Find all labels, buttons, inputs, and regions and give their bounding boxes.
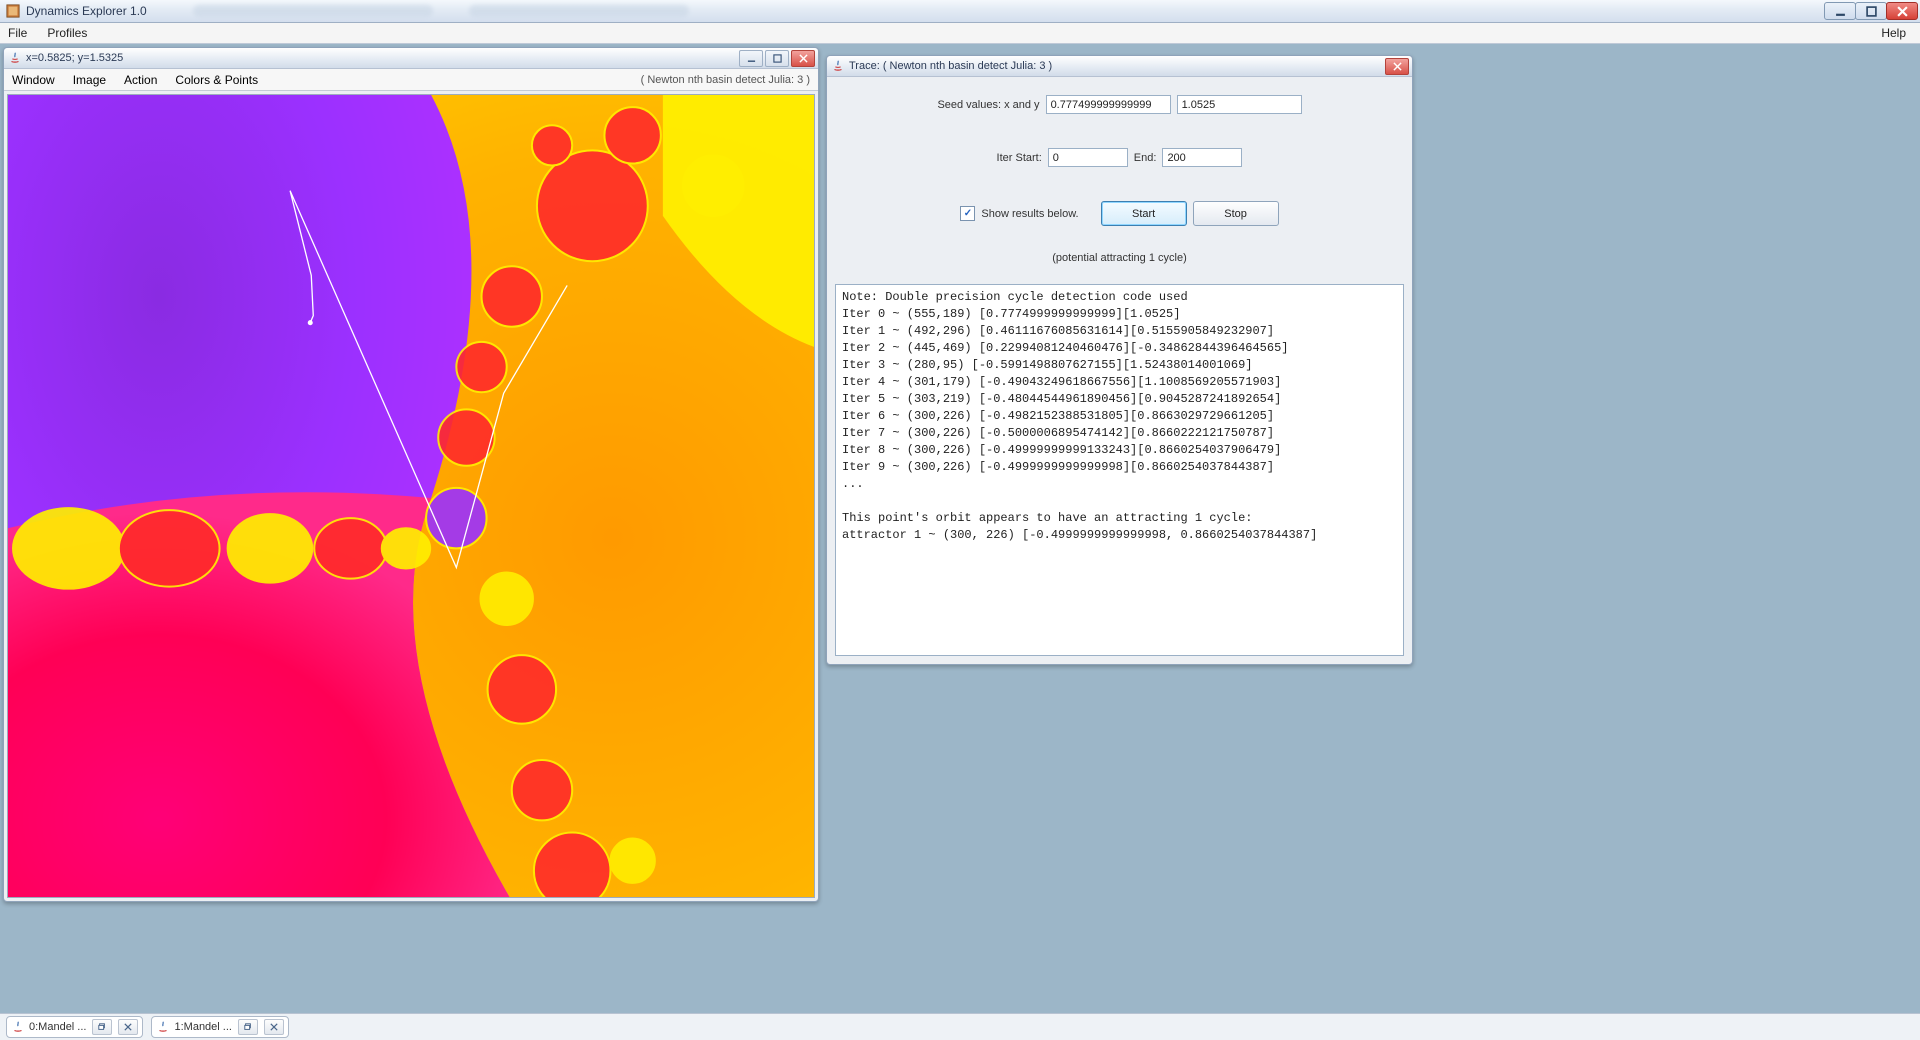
iter-end-label: End: — [1134, 152, 1157, 164]
trace-title-bar[interactable]: Trace: ( Newton nth basin detect Julia: … — [827, 56, 1412, 77]
controls-row: ✓ Show results below. Start Stop — [835, 201, 1404, 226]
show-results-checkbox[interactable]: ✓ — [960, 206, 975, 221]
minimize-button[interactable] — [1824, 2, 1856, 20]
taskbar-item-1[interactable]: 1:Mandel ... — [151, 1016, 288, 1038]
trace-window: Trace: ( Newton nth basin detect Julia: … — [826, 55, 1413, 665]
seed-label: Seed values: x and y — [937, 99, 1039, 111]
taskbar-restore-icon[interactable] — [238, 1019, 258, 1035]
taskbar-restore-icon[interactable] — [92, 1019, 112, 1035]
fractal-canvas[interactable] — [8, 95, 814, 898]
stop-button[interactable]: Stop — [1193, 201, 1279, 226]
fractal-menu-window[interactable]: Window — [12, 73, 55, 87]
iter-end-input[interactable] — [1162, 148, 1242, 167]
trace-title: Trace: ( Newton nth basin detect Julia: … — [849, 60, 1052, 72]
taskbar-item-label: 0:Mandel ... — [29, 1021, 86, 1033]
seed-y-input[interactable] — [1177, 95, 1302, 114]
status-bar: 0:Mandel ... 1:Mandel ... — [0, 1013, 1920, 1040]
app-icon — [6, 4, 20, 18]
iter-row: Iter Start: End: — [835, 148, 1404, 167]
fractal-menu-image[interactable]: Image — [73, 73, 106, 87]
java-icon — [831, 59, 845, 73]
fractal-title-bar[interactable]: x=0.5825; y=1.5325 — [4, 48, 818, 69]
seed-x-input[interactable] — [1046, 95, 1171, 114]
mdi-area: x=0.5825; y=1.5325 Window Image Action C… — [0, 44, 1920, 1013]
fractal-window: x=0.5825; y=1.5325 Window Image Action C… — [3, 47, 819, 902]
fractal-menu-colors[interactable]: Colors & Points — [175, 73, 258, 87]
menu-profiles[interactable]: Profiles — [43, 24, 91, 42]
menu-file[interactable]: File — [4, 24, 31, 42]
fractal-canvas-wrap — [7, 94, 815, 898]
taskbar-close-icon[interactable] — [118, 1019, 138, 1035]
fractal-coords-title: x=0.5825; y=1.5325 — [26, 52, 123, 64]
blurred-tab — [193, 5, 433, 17]
fractal-close-button[interactable] — [791, 50, 815, 67]
taskbar-item-0[interactable]: 0:Mandel ... — [6, 1016, 143, 1038]
iter-start-label: Iter Start: — [997, 152, 1042, 164]
menu-help[interactable]: Help — [1877, 24, 1910, 42]
java-icon — [156, 1020, 170, 1034]
java-icon — [8, 51, 22, 65]
main-title-bar: Dynamics Explorer 1.0 — [0, 0, 1920, 23]
taskbar-close-icon[interactable] — [264, 1019, 284, 1035]
app-title: Dynamics Explorer 1.0 — [26, 4, 147, 18]
fractal-context-label: ( Newton nth basin detect Julia: 3 ) — [641, 74, 810, 86]
close-button[interactable] — [1886, 2, 1918, 20]
start-button[interactable]: Start — [1101, 201, 1187, 226]
show-results-label: Show results below. — [981, 208, 1078, 220]
fractal-maximize-button[interactable] — [765, 50, 789, 67]
trace-status: (potential attracting 1 cycle) — [835, 252, 1404, 264]
seed-row: Seed values: x and y — [835, 95, 1404, 114]
fractal-menu-bar: Window Image Action Colors & Points ( Ne… — [4, 69, 818, 91]
fractal-menu-action[interactable]: Action — [124, 73, 157, 87]
iter-start-input[interactable] — [1048, 148, 1128, 167]
trace-close-button[interactable] — [1385, 58, 1409, 75]
java-icon — [11, 1020, 25, 1034]
blurred-tab — [469, 5, 689, 17]
taskbar-item-label: 1:Mandel ... — [174, 1021, 231, 1033]
trace-results[interactable]: Note: Double precision cycle detection c… — [835, 284, 1404, 656]
fractal-minimize-button[interactable] — [739, 50, 763, 67]
trace-body: Seed values: x and y Iter Start: End: ✓ … — [827, 77, 1412, 664]
main-menu-bar: File Profiles Help — [0, 23, 1920, 44]
maximize-button[interactable] — [1855, 2, 1887, 20]
